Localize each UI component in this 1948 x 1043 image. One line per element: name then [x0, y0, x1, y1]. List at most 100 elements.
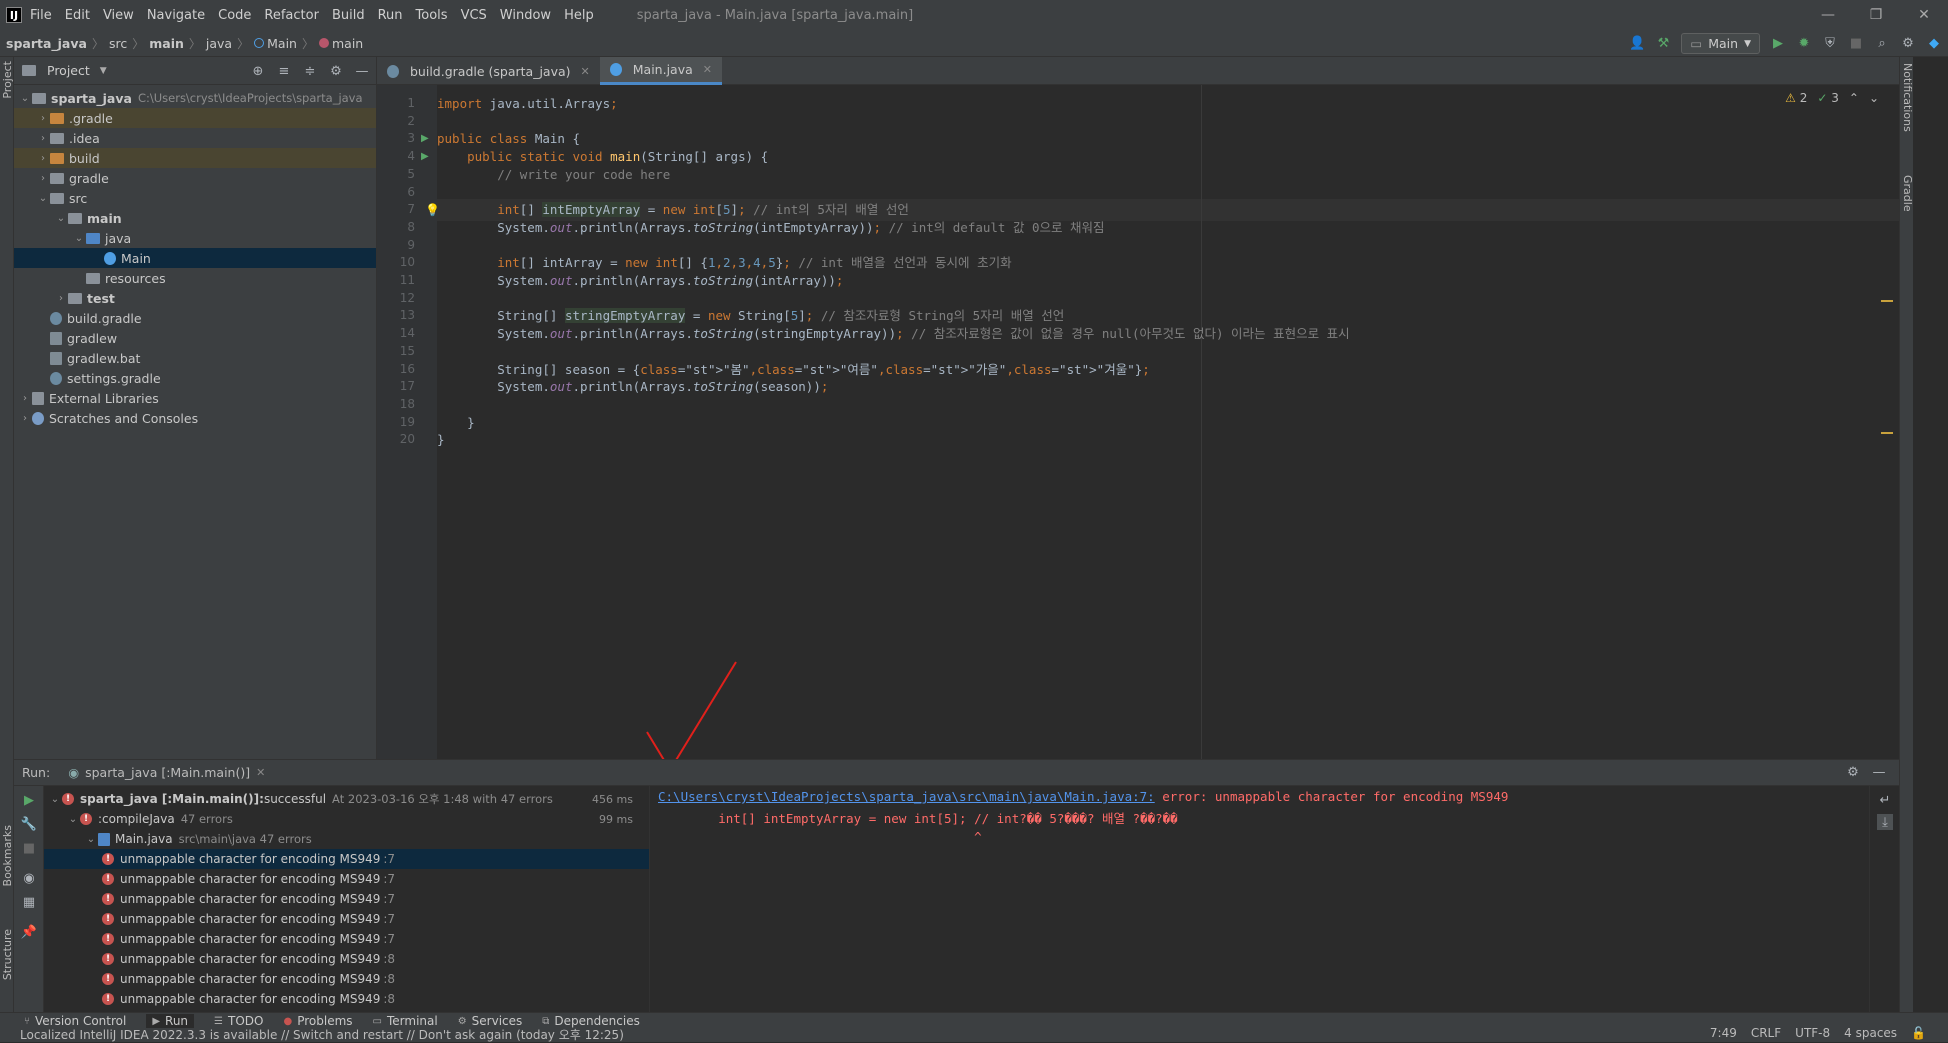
chevron-right-icon[interactable]: ›	[18, 393, 32, 404]
jetbrains-toolbox-icon[interactable]: ◆	[1926, 36, 1942, 52]
layout-icon[interactable]: ▦	[21, 894, 37, 910]
search-icon[interactable]: ⌕	[1874, 36, 1890, 52]
project-view-select[interactable]: Project	[47, 63, 90, 78]
close-tab-icon[interactable]: ✕	[703, 63, 712, 76]
build-tree-item[interactable]: ⌄!:compileJava 47 errors 99 ms	[44, 809, 649, 829]
editor-tab[interactable]: Main.java ✕	[599, 57, 722, 85]
menu-item-edit[interactable]: Edit	[65, 8, 90, 23]
hide-panel-icon[interactable]: —	[354, 63, 370, 79]
build-tree-item[interactable]: ! unmappable character for encoding MS949…	[44, 949, 649, 969]
menu-item-run[interactable]: Run	[378, 8, 403, 23]
run-gutter-icon[interactable]: ▶	[421, 133, 429, 144]
build-tree-item[interactable]: ⌄ Main.java src\main\java 47 errors	[44, 829, 649, 849]
chevron-down-icon[interactable]: ⌄	[72, 233, 86, 244]
chevron-down-icon[interactable]: ▼	[100, 66, 107, 76]
stop-icon[interactable]: ■	[21, 840, 37, 856]
wrench-icon[interactable]: 🔧	[21, 816, 37, 832]
soft-wrap-icon[interactable]: ↵	[1877, 792, 1893, 808]
ok-count[interactable]: ✓ 3	[1817, 91, 1839, 105]
console-output[interactable]: C:\Users\cryst\IdeaProjects\sparta_java\…	[650, 786, 1869, 1013]
menu-item-view[interactable]: View	[103, 8, 134, 23]
expand-all-icon[interactable]: ≡	[276, 63, 292, 79]
indent-setting[interactable]: 4 spaces	[1844, 1026, 1897, 1040]
restore-icon[interactable]: ❐	[1852, 0, 1900, 30]
run-configuration-select[interactable]: ▭ Main ▼	[1681, 33, 1760, 54]
tree-item[interactable]: ⌄ main	[14, 208, 376, 228]
build-tree-item[interactable]: ! unmappable character for encoding MS949…	[44, 909, 649, 929]
menu-item-help[interactable]: Help	[564, 8, 594, 23]
hide-panel-icon[interactable]: —	[1871, 765, 1887, 781]
tree-item[interactable]: › .gradle	[14, 108, 376, 128]
gear-icon[interactable]: ⚙	[1845, 765, 1861, 781]
user-icon[interactable]: 👤	[1629, 36, 1645, 52]
tree-item[interactable]: › gradle	[14, 168, 376, 188]
build-hammer-icon[interactable]: ⚒	[1655, 36, 1671, 52]
run-gutter-icon[interactable]: ▶	[421, 151, 429, 162]
update-notification[interactable]: Localized IntelliJ IDEA 2022.3.3 is avai…	[20, 1026, 624, 1043]
chevron-right-icon[interactable]: ›	[36, 173, 50, 184]
tree-item[interactable]: › External Libraries	[14, 388, 376, 408]
chevron-down-icon[interactable]: ⌄	[66, 814, 80, 825]
tree-item[interactable]: ⌄ sparta_java C:\Users\cryst\IdeaProjects\…	[14, 88, 376, 108]
build-tree-item[interactable]: ! unmappable character for encoding MS949…	[44, 929, 649, 949]
run-tab[interactable]: sparta_java [:Main.main()]	[85, 765, 250, 780]
build-tree-item[interactable]: ! unmappable character for encoding MS949…	[44, 869, 649, 889]
caret-position[interactable]: 7:49	[1710, 1026, 1737, 1040]
close-tab-icon[interactable]: ✕	[256, 766, 265, 779]
chevron-down-icon[interactable]: ⌄	[84, 834, 98, 845]
stop-icon[interactable]: ■	[1848, 36, 1864, 52]
menu-item-window[interactable]: Window	[500, 8, 551, 23]
gear-icon[interactable]: ⚙	[1900, 36, 1916, 52]
chevron-right-icon[interactable]: ›	[36, 153, 50, 164]
tree-item[interactable]: resources	[14, 268, 376, 288]
chevron-right-icon[interactable]: ›	[18, 413, 32, 424]
coverage-icon[interactable]: ⛨	[1822, 36, 1838, 52]
pin-icon[interactable]: 📌	[21, 924, 37, 940]
tree-item[interactable]: › build	[14, 148, 376, 168]
editor-tab[interactable]: build.gradle (sparta_java) ✕	[377, 57, 600, 85]
warning-stripe[interactable]	[1881, 432, 1893, 434]
chevron-right-icon[interactable]: ›	[36, 133, 50, 144]
warning-count[interactable]: ⚠ 2	[1785, 91, 1807, 105]
error-file-link[interactable]: C:\Users\cryst\IdeaProjects\sparta_java\…	[658, 789, 1155, 804]
chevron-right-icon[interactable]: ›	[54, 293, 68, 304]
close-tab-icon[interactable]: ✕	[581, 65, 590, 78]
gear-icon[interactable]: ⚙	[328, 63, 344, 79]
tree-item[interactable]: ⌄ src	[14, 188, 376, 208]
chevron-up-icon[interactable]: ⌃	[1849, 91, 1859, 105]
lock-icon[interactable]: 🔓	[1911, 1026, 1926, 1040]
breadcrumb-item[interactable]: src	[109, 36, 127, 51]
build-tree-item[interactable]: ! unmappable character for encoding MS949…	[44, 989, 649, 1009]
menu-item-navigate[interactable]: Navigate	[147, 8, 205, 23]
locate-file-icon[interactable]: ⊕	[250, 63, 266, 79]
chevron-down-icon[interactable]: ⌄	[48, 794, 62, 805]
collapse-all-icon[interactable]: ≑	[302, 63, 318, 79]
rerun-icon[interactable]: ▶	[21, 792, 37, 808]
chevron-down-icon[interactable]: ⌄	[54, 213, 68, 224]
tree-item[interactable]: build.gradle	[14, 308, 376, 328]
tree-item[interactable]: › Scratches and Consoles	[14, 408, 376, 428]
file-encoding[interactable]: UTF-8	[1795, 1026, 1830, 1040]
breadcrumb-item[interactable]: Main	[267, 36, 297, 51]
build-tree-item[interactable]: ! unmappable character for encoding MS949…	[44, 969, 649, 989]
breadcrumb-item[interactable]: main	[332, 36, 363, 51]
chevron-down-icon[interactable]: ⌄	[18, 93, 32, 104]
tree-item[interactable]: › test	[14, 288, 376, 308]
breadcrumb-item[interactable]: java	[206, 36, 232, 51]
menu-item-build[interactable]: Build	[332, 8, 365, 23]
code-area[interactable]: import java.util.Arrays; public class Mai…	[437, 85, 1899, 759]
line-separator[interactable]: CRLF	[1751, 1026, 1781, 1040]
project-tool-button[interactable]: Project	[1, 61, 14, 99]
eye-icon[interactable]: ◉	[21, 870, 37, 886]
tree-item[interactable]: gradlew	[14, 328, 376, 348]
chevron-down-icon[interactable]: ⌄	[36, 193, 50, 204]
menu-item-code[interactable]: Code	[218, 8, 251, 23]
minimize-icon[interactable]: —	[1804, 0, 1852, 30]
menu-item-tools[interactable]: Tools	[416, 8, 448, 23]
tree-item[interactable]: Main	[14, 248, 376, 268]
debug-icon[interactable]: ✹	[1796, 36, 1812, 52]
breadcrumb-item[interactable]: sparta_java	[6, 36, 87, 51]
chevron-down-icon[interactable]: ⌄	[1869, 91, 1879, 105]
build-tree-item[interactable]: ! unmappable character for encoding MS949…	[44, 849, 649, 869]
structure-tool-button[interactable]: Structure	[1, 929, 14, 980]
